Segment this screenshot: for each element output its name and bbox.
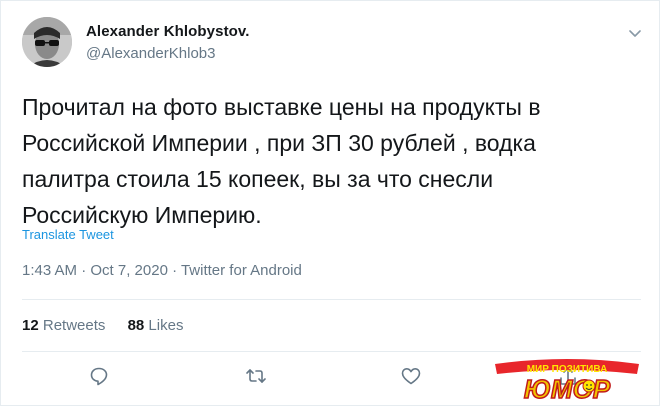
avatar-image bbox=[22, 17, 72, 67]
like-icon[interactable] bbox=[400, 365, 422, 387]
watermark-main-text: ЮМОР bbox=[524, 374, 611, 402]
retweets-count: 12 bbox=[22, 317, 39, 334]
divider bbox=[22, 351, 641, 352]
user-handle[interactable]: @AlexanderKhlob3 bbox=[86, 45, 215, 62]
translate-tweet-link[interactable]: Translate Tweet bbox=[22, 227, 114, 242]
tweet-text-line: Прочитал на фото выставке цены на продук… bbox=[22, 94, 541, 120]
likes-stat[interactable]: 88 Likes bbox=[128, 317, 184, 334]
tweet-timestamp[interactable]: 1:43 AM · Oct 7, 2020 · Twitter for Andr… bbox=[22, 262, 302, 279]
reply-icon[interactable] bbox=[88, 365, 110, 387]
display-name[interactable]: Alexander Khlobystov. bbox=[86, 23, 250, 40]
tweet-text: Прочитал на фото выставке цены на продук… bbox=[22, 89, 622, 233]
watermark-logo: МИР ПОЗИТИВА ЮМОР bbox=[491, 356, 643, 405]
likes-count: 88 bbox=[127, 317, 145, 334]
retweet-icon[interactable] bbox=[245, 365, 267, 387]
divider bbox=[22, 299, 641, 300]
retweets-stat[interactable]: 12 Retweets bbox=[22, 317, 105, 334]
chevron-down-icon[interactable] bbox=[627, 25, 643, 41]
tweet-stats: 12 Retweets 88 Likes bbox=[22, 317, 201, 334]
tweet-card: Alexander Khlobystov. @AlexanderKhlob3 П… bbox=[0, 0, 660, 406]
likes-label: Likes bbox=[148, 317, 184, 334]
retweets-label: Retweets bbox=[42, 317, 106, 334]
tweet-text-line: Российской Империи , при ЗП 30 рублей , … bbox=[22, 130, 536, 156]
avatar[interactable] bbox=[22, 17, 72, 67]
tweet-text-line: палитра стоила 15 копеек, вы за что снес… bbox=[22, 166, 494, 192]
